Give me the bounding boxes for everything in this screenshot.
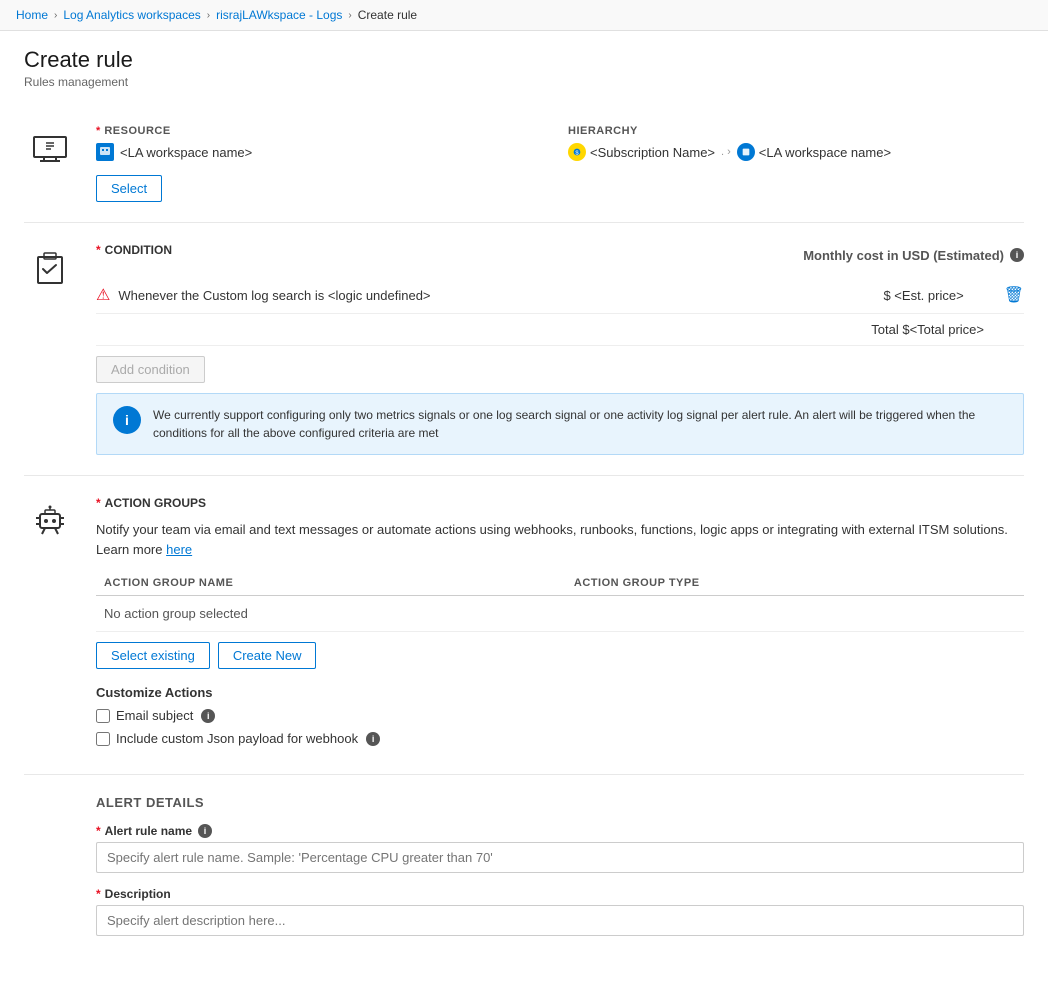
- info-icon: i: [113, 406, 141, 434]
- breadcrumb-sep-1: ›: [54, 10, 57, 21]
- resource-col-header: * RESOURCE: [96, 125, 552, 137]
- breadcrumb: Home › Log Analytics workspaces › risraj…: [0, 0, 1048, 31]
- subscription-name: <Subscription Name>: [590, 145, 715, 160]
- resource-name: <LA workspace name>: [96, 143, 552, 161]
- page-title: Create rule: [24, 47, 1024, 73]
- hierarchy-col-header: HIERARCHY: [568, 125, 1024, 137]
- condition-body: * CONDITION Monthly cost in USD (Estimat…: [96, 243, 1024, 455]
- alert-description-input[interactable]: [96, 905, 1024, 936]
- email-subject-row: Email subject i: [96, 708, 1024, 723]
- condition-error-icon: ⚠: [96, 285, 110, 305]
- monthly-cost-label: Monthly cost in USD (Estimated) i: [803, 248, 1024, 263]
- hierarchy-path: $ <Subscription Name> . › <LA workspace …: [568, 143, 1024, 161]
- action-groups-body: * ACTION GROUPS Notify your team via ema…: [96, 496, 1024, 754]
- email-subject-label: Email subject: [116, 708, 193, 723]
- alert-description-label: * Description: [96, 887, 1024, 901]
- webhook-info-icon[interactable]: i: [366, 732, 380, 746]
- condition-left: ⚠ Whenever the Custom log search is <log…: [96, 285, 431, 305]
- hierarchy-sep: . ›: [721, 146, 731, 158]
- breadcrumb-logs[interactable]: risrajLAWkspace - Logs: [216, 8, 342, 22]
- resource-body: * RESOURCE <LA workspace name> HIERARCHY: [96, 125, 1024, 202]
- resource-name-text: <LA workspace name>: [120, 145, 252, 160]
- ag-name-header: ACTION GROUP NAME: [96, 571, 566, 596]
- est-price: $ <Est. price>: [883, 288, 963, 303]
- webhook-label: Include custom Json payload for webhook: [116, 731, 358, 746]
- learn-more-link[interactable]: here: [166, 542, 192, 557]
- hierarchy-col: HIERARCHY $ <Subscription Name> . ›: [568, 125, 1024, 161]
- no-action-text: No action group selected: [96, 596, 1024, 632]
- email-subject-checkbox[interactable]: [96, 709, 110, 723]
- webhook-row: Include custom Json payload for webhook …: [96, 731, 1024, 746]
- la-workspace-icon: [96, 143, 114, 161]
- ag-type-header: ACTION GROUP TYPE: [566, 571, 1024, 596]
- subscription-item: $ <Subscription Name>: [568, 143, 715, 161]
- customize-title: Customize Actions: [96, 685, 1024, 700]
- email-subject-info-icon[interactable]: i: [201, 709, 215, 723]
- page-header: Create rule Rules management: [0, 31, 1048, 97]
- condition-text: Whenever the Custom log search is <logic…: [118, 288, 430, 303]
- breadcrumb-current: Create rule: [358, 8, 417, 22]
- main-content: * RESOURCE <LA workspace name> HIERARCHY: [0, 97, 1048, 994]
- info-text: We currently support configuring only tw…: [153, 406, 1007, 442]
- breadcrumb-sep-2: ›: [207, 10, 210, 21]
- monthly-cost-info-icon[interactable]: i: [1010, 248, 1024, 262]
- action-groups-label: * ACTION GROUPS: [96, 496, 1024, 510]
- alert-rule-name-info-icon[interactable]: i: [198, 824, 212, 838]
- action-groups-section: * ACTION GROUPS Notify your team via ema…: [24, 476, 1024, 775]
- customize-actions: Customize Actions Email subject i Includ…: [96, 685, 1024, 746]
- resource-icon: [24, 125, 76, 202]
- resource-section: * RESOURCE <LA workspace name> HIERARCHY: [24, 105, 1024, 223]
- total-row: Total $<Total price>: [96, 314, 1024, 346]
- subscription-icon: $: [568, 143, 586, 161]
- webhook-checkbox[interactable]: [96, 732, 110, 746]
- alert-rule-name-label: * Alert rule name i: [96, 824, 1024, 838]
- alert-details-icon: [24, 795, 76, 950]
- delete-condition-icon[interactable]: 🗑: [1004, 285, 1024, 305]
- condition-row: ⚠ Whenever the Custom log search is <log…: [96, 277, 1024, 314]
- select-resource-button[interactable]: Select: [96, 175, 162, 202]
- condition-icon: [24, 243, 76, 455]
- action-groups-icon: [24, 496, 76, 754]
- action-groups-table: ACTION GROUP NAME ACTION GROUP TYPE No a…: [96, 571, 1024, 632]
- workspace-name: <LA workspace name>: [759, 145, 891, 160]
- resource-grid: * RESOURCE <LA workspace name> HIERARCHY: [96, 125, 1024, 161]
- action-groups-desc: Notify your team via email and text mess…: [96, 520, 1024, 559]
- breadcrumb-workspaces[interactable]: Log Analytics workspaces: [63, 8, 200, 22]
- add-condition-button[interactable]: Add condition: [96, 356, 205, 383]
- info-box: i We currently support configuring only …: [96, 393, 1024, 455]
- page-subtitle: Rules management: [24, 75, 1024, 89]
- create-new-button[interactable]: Create New: [218, 642, 317, 669]
- alert-rule-name-group: * Alert rule name i: [96, 824, 1024, 873]
- no-action-row: No action group selected: [96, 596, 1024, 632]
- breadcrumb-sep-3: ›: [348, 10, 351, 21]
- condition-right: $ <Est. price> 🗑: [883, 285, 1024, 305]
- alert-details-body: ALERT DETAILS * Alert rule name i * Desc…: [96, 795, 1024, 950]
- alert-details-title: ALERT DETAILS: [96, 795, 1024, 810]
- resource-col: * RESOURCE <LA workspace name>: [96, 125, 552, 161]
- condition-label: * CONDITION: [96, 243, 172, 257]
- action-buttons: Select existing Create New: [96, 642, 1024, 669]
- alert-rule-name-input[interactable]: [96, 842, 1024, 873]
- workspace-icon: [737, 143, 755, 161]
- workspace-item: <LA workspace name>: [737, 143, 891, 161]
- alert-description-group: * Description: [96, 887, 1024, 936]
- alert-details-section: ALERT DETAILS * Alert rule name i * Desc…: [24, 775, 1024, 970]
- select-existing-button[interactable]: Select existing: [96, 642, 210, 669]
- breadcrumb-home[interactable]: Home: [16, 8, 48, 22]
- condition-section: * CONDITION Monthly cost in USD (Estimat…: [24, 223, 1024, 476]
